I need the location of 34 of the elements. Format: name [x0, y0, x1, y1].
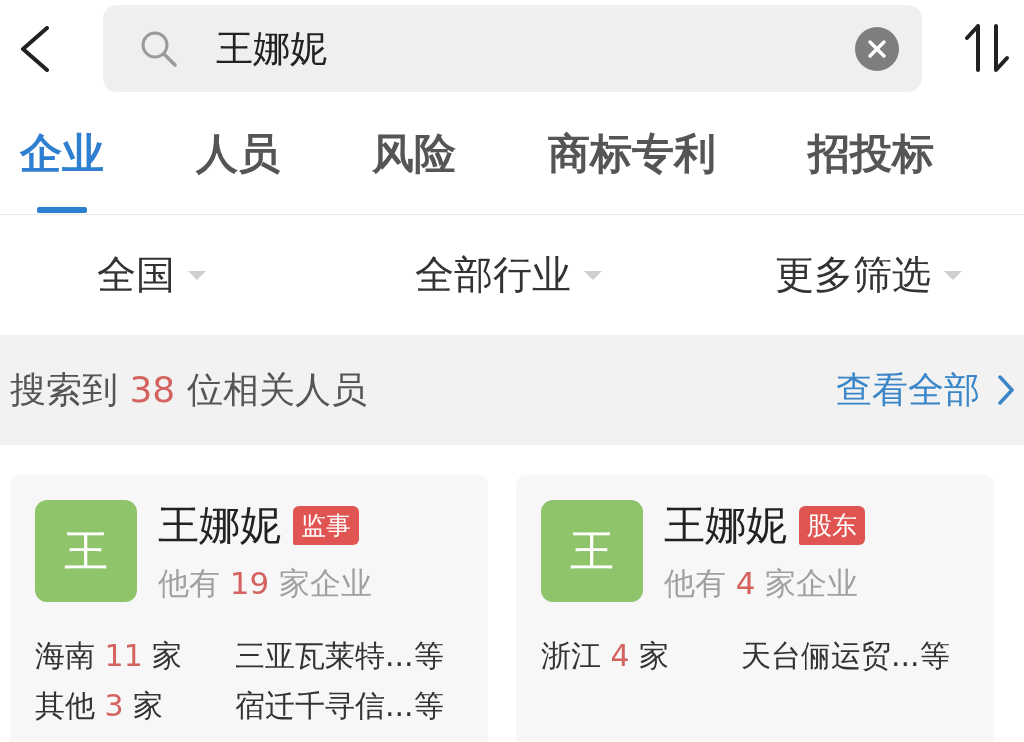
result-count-text: 搜索到 38 位相关人员	[10, 367, 367, 412]
company-count-text: 他有 4 家企业	[664, 564, 859, 603]
avatar-tile: 王	[541, 500, 643, 602]
category-tab[interactable]: 招投标	[808, 95, 934, 214]
region-count-text: 浙江 4 家	[541, 636, 670, 675]
role-tag: 股东	[799, 505, 865, 545]
back-chevron-icon[interactable]	[20, 26, 50, 72]
person-card[interactable]: 王 王娜妮 监事 他有 19 家企业 海南 11 家 三亚瓦莱特...等 其他 3 家 宿迁千寻信...等	[10, 475, 488, 742]
filter-dropdown[interactable]: 更多筛选	[775, 240, 962, 310]
chevron-right-icon	[998, 375, 1014, 405]
search-field[interactable]: 王娜妮	[103, 5, 922, 92]
role-tag: 监事	[293, 505, 359, 545]
region-count-text: 海南 11 家	[35, 636, 183, 675]
category-tab[interactable]: 企业	[20, 95, 104, 214]
caret-icon	[944, 270, 962, 280]
caret-icon	[188, 270, 206, 280]
company-count-text: 他有 19 家企业	[158, 564, 373, 603]
category-tab[interactable]: 商标专利	[548, 95, 716, 214]
person-name: 王娜妮	[158, 499, 281, 551]
filter-dropdown[interactable]: 全国	[97, 240, 206, 310]
company-names-text: 三亚瓦莱特...等	[235, 636, 444, 675]
person-name: 王娜妮	[664, 499, 787, 551]
search-query: 王娜妮	[216, 25, 328, 72]
avatar-tile: 王	[35, 500, 137, 602]
caret-icon	[584, 270, 602, 280]
search-icon	[140, 29, 178, 68]
person-card[interactable]: 王 王娜妮 股东 他有 4 家企业 浙江 4 家 天台俪运贸...等	[516, 475, 994, 742]
clear-icon[interactable]	[855, 26, 899, 71]
category-tab[interactable]: 风险	[372, 95, 456, 214]
company-names-text: 宿迁千寻信...等	[235, 686, 444, 725]
region-count-text: 其他 3 家	[35, 686, 164, 725]
filter-dropdown[interactable]: 全部行业	[415, 240, 602, 310]
category-tab[interactable]: 人员	[196, 95, 280, 214]
company-names-text: 天台俪运贸...等	[741, 636, 950, 675]
